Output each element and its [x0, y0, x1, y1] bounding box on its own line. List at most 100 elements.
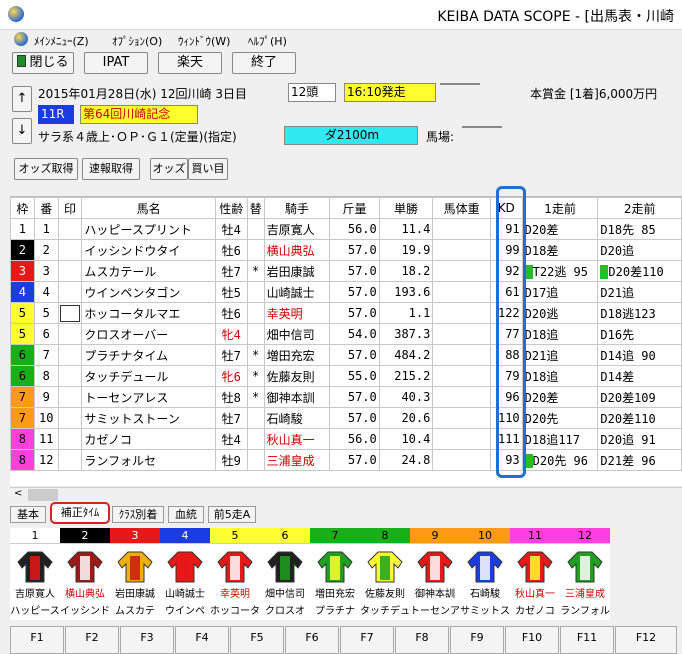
odds-fetch-button[interactable]: オッズ取得	[14, 158, 78, 180]
menu-help[interactable]: ﾍﾙﾌﾟ(H)	[248, 33, 287, 49]
mark-cell[interactable]	[57, 428, 83, 450]
body-weight-cell	[432, 260, 491, 282]
kd-cell: 79	[489, 365, 523, 387]
column-header[interactable]: KD	[489, 197, 523, 219]
mark-cell[interactable]	[57, 260, 83, 282]
silk-number: 5	[210, 528, 260, 544]
silk-entry[interactable]: 10 石崎駿 サミットス	[460, 528, 510, 620]
exit-button[interactable]: 終了	[232, 52, 296, 74]
function-key-2[interactable]: F2	[65, 626, 119, 654]
silk-entry[interactable]: 8 佐藤友則 タッチデュ	[360, 528, 410, 620]
table-row[interactable]: 6 7 プラチナタイム 牡7 * 増田充宏 57.0 484.2 88 D21追 D14追 90	[10, 344, 682, 366]
column-header[interactable]: 枠	[10, 197, 35, 219]
tab-corrected-time[interactable]: 補正ﾀｲﾑ	[50, 502, 110, 524]
function-key-11[interactable]: F11	[560, 626, 614, 654]
odds-button[interactable]: オッズ	[150, 158, 188, 180]
silk-entry[interactable]: 6 畑中信司 クロスオ	[260, 528, 310, 620]
jockey-change-cell: *	[246, 260, 265, 282]
mark-cell[interactable]	[57, 386, 83, 408]
mark-cell[interactable]	[57, 302, 83, 324]
column-header[interactable]: 馬名	[81, 197, 216, 219]
function-key-1[interactable]: F1	[10, 626, 64, 654]
table-row[interactable]: 8 12 ランフォルセ 牡9 三浦皇成 57.0 24.8 93 D20先 96 D21差 96	[10, 449, 682, 471]
column-header[interactable]: 馬体重	[432, 197, 491, 219]
column-header[interactable]: 印	[57, 197, 83, 219]
menu-window[interactable]: ｳｨﾝﾄﾞｳ(W)	[178, 33, 230, 49]
table-row[interactable]: 6 8 タッチデュール 牝6 * 佐藤友則 55.0 215.2 79 D18追 D14差	[10, 365, 682, 387]
waku-cell: 8	[10, 449, 35, 471]
tab-class-results[interactable]: ｸﾗｽ別着	[112, 506, 164, 523]
odds-cell: 40.3	[378, 386, 434, 408]
function-key-6[interactable]: F6	[285, 626, 339, 654]
ipat-button[interactable]: IPAT	[84, 52, 148, 74]
prev-race-button[interactable]: ↑	[12, 86, 32, 112]
silk-entry[interactable]: 5 幸英明 ホッコータ	[210, 528, 260, 620]
table-row[interactable]: 4 4 ウインペンタゴン 牡5 山崎誠士 57.0 193.6 61 D17追 D21追	[10, 281, 682, 303]
column-header[interactable]: 斤量	[329, 197, 380, 219]
rakuten-button[interactable]: 楽天	[158, 52, 222, 74]
function-key-9[interactable]: F9	[450, 626, 504, 654]
weight-cell: 56.0	[329, 218, 380, 240]
table-row[interactable]: 2 2 イッシンドウタイ 牡6 横山典弘 57.0 19.9 99 D18差 D20追	[10, 239, 682, 261]
mark-cell[interactable]	[57, 344, 83, 366]
silk-entry[interactable]: 7 増田充宏 プラチナ	[310, 528, 360, 620]
mark-cell[interactable]	[57, 449, 83, 471]
function-key-8[interactable]: F8	[395, 626, 449, 654]
column-header[interactable]: 2走前	[597, 197, 682, 219]
flash-fetch-button[interactable]: 速報取得	[82, 158, 140, 180]
column-header[interactable]: 性齢	[214, 197, 248, 219]
mark-cell[interactable]	[57, 407, 83, 429]
function-key-10[interactable]: F10	[505, 626, 559, 654]
menu-options[interactable]: ｵﾌﾟｼｮﾝ(O)	[112, 33, 162, 49]
scroll-left-icon[interactable]: <	[14, 488, 22, 499]
column-header[interactable]: 番	[33, 197, 59, 219]
function-key-4[interactable]: F4	[175, 626, 229, 654]
function-key-3[interactable]: F3	[120, 626, 174, 654]
tab-pedigree[interactable]: 血統	[168, 506, 204, 523]
column-header[interactable]: 替	[246, 197, 265, 219]
table-row[interactable]: 3 3 ムスカテール 牡7 * 岩田康誠 57.0 18.2 92 T22逃 95 D20差110	[10, 260, 682, 282]
horse-name-cell: ムスカテール	[81, 260, 216, 282]
column-header[interactable]: 単勝	[378, 197, 434, 219]
function-key-5[interactable]: F5	[230, 626, 284, 654]
function-key-7[interactable]: F7	[340, 626, 394, 654]
mark-cell[interactable]	[57, 218, 83, 240]
silk-horse: イッシンド	[60, 606, 110, 617]
table-row[interactable]: 5 6 クロスオーバー 牝4 畑中信司 54.0 387.3 77 D18追 D16先	[10, 323, 682, 345]
silk-jockey: 御神本訓	[415, 589, 455, 600]
silk-entry[interactable]: 3 岩田康誠 ムスカテ	[110, 528, 160, 620]
silk-entry[interactable]: 12 三浦皇成 ランフォル	[560, 528, 610, 620]
kd-cell: 91	[489, 218, 523, 240]
next-race-button[interactable]: ↓	[12, 118, 32, 144]
close-button[interactable]: 閉じる	[12, 52, 74, 74]
silk-entry[interactable]: 1 吉原寛人 ハッピース	[10, 528, 60, 620]
tab-basic[interactable]: 基本	[10, 506, 46, 523]
table-row[interactable]: 7 9 トーセンアレス 牡8 * 御神本訓 57.0 40.3 96 D20差 D20差109	[10, 386, 682, 408]
function-key-12[interactable]: F12	[615, 626, 677, 654]
table-row[interactable]: 8 11 カゼノコ 牡4 秋山真一 56.0 10.4 111 D18追117 D20追 91	[10, 428, 682, 450]
scroll-thumb[interactable]	[28, 489, 58, 501]
prev1-cell: D21追	[521, 344, 599, 366]
column-header[interactable]: 騎手	[263, 197, 331, 219]
menu-main[interactable]: ﾒｲﾝﾒﾆｭｰ(Z)	[34, 33, 89, 49]
mark-cell[interactable]	[57, 239, 83, 261]
mark-cell[interactable]	[57, 365, 83, 387]
silk-entry[interactable]: 11 秋山真一 カゼノコ	[510, 528, 560, 620]
title-bar: KEIBA DATA SCOPE - [出馬表・川崎	[0, 0, 682, 30]
table-row[interactable]: 7 10 サミットストーン 牡7 石崎駿 57.0 20.6 110 D20先 D20差110	[10, 407, 682, 429]
silk-entry[interactable]: 4 山崎誠士 ウインペ	[160, 528, 210, 620]
buy-button[interactable]: 買い目	[188, 158, 228, 180]
column-header[interactable]: 1走前	[521, 197, 599, 219]
silk-entry[interactable]: 9 御神本訓 トーセンア	[410, 528, 460, 620]
silk-jockey: 幸英明	[220, 589, 250, 600]
document-icon[interactable]	[14, 32, 28, 46]
mark-cell[interactable]	[57, 323, 83, 345]
table-row[interactable]: 5 5 ホッコータルマエ 牡6 幸英明 57.0 1.1 122 D20逃 D18逃123	[10, 302, 682, 324]
table-row[interactable]: 1 1 ハッピースプリント 牡4 吉原寛人 56.0 11.4 91 D20差 D18先 85	[10, 218, 682, 240]
horizontal-scrollbar[interactable]: <	[10, 487, 682, 501]
tab-prev5a[interactable]: 前5走A	[208, 506, 256, 523]
silk-jockey: 秋山真一	[515, 589, 555, 600]
jockey-cell: 三浦皇成	[263, 449, 331, 471]
mark-cell[interactable]	[57, 281, 83, 303]
silk-entry[interactable]: 2 横山典弘 イッシンド	[60, 528, 110, 620]
